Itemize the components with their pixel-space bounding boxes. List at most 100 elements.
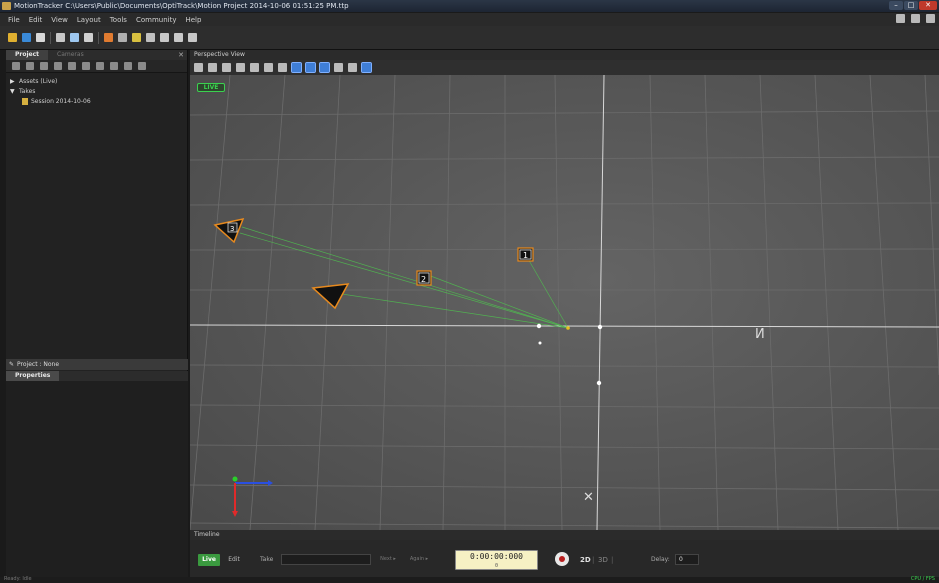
fps-indicator: CPU / FPS	[910, 576, 935, 582]
close-icon[interactable]: ✕	[178, 50, 184, 60]
zoom-in-icon[interactable]	[222, 63, 231, 72]
tree-item-assets[interactable]: ▶ Assets (Live)	[10, 76, 183, 86]
marker-icon[interactable]	[104, 33, 113, 42]
menu-file[interactable]: File	[8, 16, 20, 24]
maximize-button[interactable]: □	[904, 1, 918, 10]
eye-icon[interactable]	[334, 63, 343, 72]
timecode-frame: 0	[494, 563, 498, 569]
tree-item-takes[interactable]: ▼ Takes	[10, 86, 183, 96]
perspective-viewport[interactable]: И ✕ 3 2 1 LIVE	[190, 75, 939, 530]
svg-text:1: 1	[523, 251, 528, 260]
zoom-fit-icon[interactable]	[250, 63, 259, 72]
status-bar: Ready: Idle CPU / FPS	[0, 576, 939, 583]
properties-body	[6, 381, 188, 577]
filter-icon[interactable]	[911, 14, 920, 23]
translate-mode-icon[interactable]	[305, 62, 316, 73]
add-take-icon[interactable]	[40, 62, 48, 70]
viewport-title: Perspective View	[190, 50, 939, 60]
svg-text:2: 2	[421, 275, 426, 284]
calibration-icon[interactable]	[146, 33, 155, 42]
axis-n-label: И	[755, 327, 765, 342]
wand-icon[interactable]	[132, 33, 141, 42]
move-up-icon[interactable]	[110, 62, 118, 70]
delay-label: Delay:	[651, 556, 670, 563]
link-icon[interactable]	[82, 62, 90, 70]
svg-text:3: 3	[230, 225, 234, 233]
remove-take-icon[interactable]	[54, 62, 62, 70]
properties-header: ✎ Project : None	[6, 359, 188, 370]
scissors-icon[interactable]	[96, 62, 104, 70]
edit-take-icon[interactable]	[68, 62, 76, 70]
again-button[interactable]: Again ▸	[404, 554, 434, 565]
cursor-icon[interactable]	[278, 63, 287, 72]
screenshot-icon[interactable]	[264, 63, 273, 72]
settings-icon[interactable]	[56, 33, 65, 42]
menu-help[interactable]: Help	[185, 16, 201, 24]
view-quad-icon[interactable]	[188, 33, 197, 42]
export-icon[interactable]	[138, 62, 146, 70]
next-button[interactable]: Next ▸	[374, 554, 402, 565]
camera-1[interactable]: 1	[517, 247, 534, 262]
select-mode-icon[interactable]	[291, 62, 302, 73]
close-button[interactable]: ✕	[919, 1, 937, 10]
snapshot-icon[interactable]	[84, 33, 93, 42]
view-options-icon[interactable]	[194, 63, 203, 72]
timecode-display: 0:00:00:000 0	[455, 550, 538, 570]
main-toolbar	[0, 26, 939, 50]
tree-item-session[interactable]: Session 2014-10-06	[10, 96, 183, 106]
menu-view[interactable]: View	[51, 16, 68, 24]
window-title: MotionTracker C:\Users\Public\Documents\…	[14, 2, 349, 10]
visibility-icon[interactable]	[208, 63, 217, 72]
timeline-title: Timeline	[190, 530, 939, 540]
save-icon[interactable]	[36, 33, 45, 42]
menu-tools[interactable]: Tools	[110, 16, 127, 24]
open-folder-icon[interactable]	[8, 33, 17, 42]
camera-icon[interactable]	[70, 33, 79, 42]
mode-3d-toggle[interactable]: 3D	[598, 556, 608, 564]
view-grid-icon[interactable]	[160, 33, 169, 42]
app-icon	[2, 2, 11, 10]
delay-stepper[interactable]: 0	[675, 554, 699, 565]
new-icon[interactable]	[12, 62, 20, 70]
zoom-out-icon[interactable]	[236, 63, 245, 72]
timeline-panel: Live Edit Take Next ▸ Again ▸ 0:00:00:00…	[190, 540, 939, 577]
project-tree: ▶ Assets (Live) ▼ Takes Session 2014-10-…	[6, 73, 187, 109]
play-icon[interactable]	[22, 33, 31, 42]
pencil-icon: ✎	[9, 361, 15, 368]
record-button[interactable]	[555, 552, 569, 566]
layout-icon[interactable]	[896, 14, 905, 23]
status-text: Ready: Idle	[4, 576, 32, 582]
scene-canvas: И ✕ 3 2 1	[190, 75, 939, 530]
expand-arrow-icon[interactable]: ▶	[10, 78, 16, 85]
live-badge: LIVE	[197, 83, 225, 92]
window-icon[interactable]	[926, 14, 935, 23]
tab-cameras[interactable]: Cameras	[48, 50, 93, 60]
menu-edit[interactable]: Edit	[29, 16, 43, 24]
mode-2d-toggle[interactable]: 2D	[580, 556, 591, 564]
take-name-input[interactable]	[281, 554, 371, 565]
camera-2[interactable]: 2	[416, 270, 432, 286]
tab-project[interactable]: Project	[6, 50, 49, 60]
edit-mode-button[interactable]: Edit	[224, 554, 244, 566]
view-split-icon[interactable]	[174, 33, 183, 42]
info-icon[interactable]	[348, 63, 357, 72]
menu-community[interactable]: Community	[136, 16, 177, 24]
title-bar: MotionTracker C:\Users\Public\Documents\…	[0, 0, 939, 12]
take-label: Take	[260, 556, 274, 563]
project-toolbar	[6, 60, 187, 73]
measure-icon[interactable]	[361, 62, 372, 73]
menu-bar: File Edit View Layout Tools Community He…	[0, 13, 939, 26]
timecode-value: 0:00:00:000	[470, 552, 523, 561]
project-panel: Project Cameras ✕ ▶ Assets (Live) ▼ Take…	[6, 50, 188, 577]
live-mode-button[interactable]: Live	[198, 554, 220, 566]
skeleton-icon[interactable]	[118, 33, 127, 42]
collapse-arrow-icon[interactable]: ▼	[10, 88, 16, 95]
rotate-mode-icon[interactable]	[319, 62, 330, 73]
menu-layout[interactable]: Layout	[77, 16, 101, 24]
copy-icon[interactable]	[26, 62, 34, 70]
minimize-button[interactable]: –	[889, 1, 903, 10]
take-icon	[22, 97, 28, 105]
tab-properties[interactable]: Properties	[6, 371, 60, 381]
viewport-toolbar	[190, 60, 939, 75]
move-down-icon[interactable]	[124, 62, 132, 70]
